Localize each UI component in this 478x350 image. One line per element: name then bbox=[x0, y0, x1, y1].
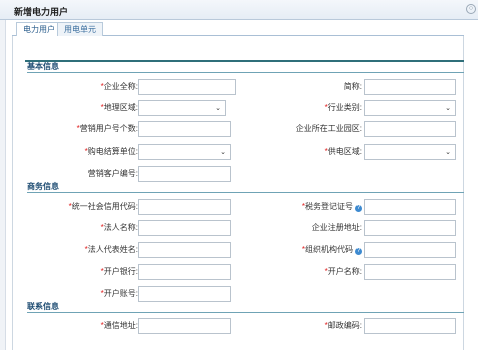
label-text: 法人名称: bbox=[103, 223, 138, 232]
legal-rep-input[interactable] bbox=[138, 242, 231, 258]
label-short-name: 简称: bbox=[232, 79, 362, 95]
chevron-down-icon: ⌄ bbox=[445, 149, 451, 156]
chevron-down-icon: ⌄ bbox=[220, 149, 226, 156]
label-text: 开户银行: bbox=[103, 267, 138, 276]
label-text: 法人代表姓名: bbox=[87, 245, 138, 254]
account-name-input[interactable] bbox=[364, 264, 456, 280]
label-account-name: *开户名称: bbox=[232, 264, 362, 280]
label-text: 邮政编码: bbox=[327, 321, 362, 330]
tab-power-user[interactable]: 电力用户 bbox=[16, 22, 62, 37]
reg-address-input[interactable] bbox=[364, 220, 456, 236]
label-legal-rep: *法人代表姓名: bbox=[8, 242, 138, 258]
customer-no-input[interactable] bbox=[138, 166, 231, 182]
label-text: 营销用户号个数: bbox=[79, 124, 138, 133]
label-org-code: *组织机构代码? bbox=[232, 242, 362, 258]
label-company-name: *企业全称: bbox=[8, 79, 138, 95]
label-tax-cert: *税务登记证号? bbox=[232, 199, 362, 215]
window-titlebar: 新增电力用户 ○ bbox=[0, 0, 478, 20]
label-text: 企业所在工业园区: bbox=[295, 124, 362, 133]
label-industry: *行业类别: bbox=[232, 100, 362, 116]
label-text: 开户名称: bbox=[327, 267, 362, 276]
tab-bar: 电力用户 用电单元 bbox=[12, 22, 464, 37]
region-select[interactable]: ⌄ bbox=[138, 100, 226, 116]
close-circle-icon[interactable]: ○ bbox=[466, 4, 476, 14]
short-name-input[interactable] bbox=[364, 79, 456, 95]
help-circle-icon[interactable]: ? bbox=[355, 248, 362, 255]
label-postcode: *邮政编码: bbox=[232, 318, 362, 334]
help-circle-icon[interactable]: ? bbox=[355, 205, 362, 212]
chevron-down-icon: ⌄ bbox=[215, 105, 221, 112]
label-text: 组织机构代码 bbox=[305, 245, 353, 254]
label-text: 简称: bbox=[343, 82, 362, 91]
company-name-input[interactable] bbox=[138, 79, 236, 95]
tab-power-unit[interactable]: 用电单元 bbox=[57, 22, 103, 36]
label-account-count: *营销用户号个数: bbox=[8, 121, 138, 137]
label-text: 营销客户编号: bbox=[87, 169, 138, 178]
section-basic-info: 基本信息 bbox=[27, 62, 464, 73]
account-count-input[interactable] bbox=[138, 121, 231, 137]
label-supply-area: *供电区域: bbox=[232, 144, 362, 160]
legal-name-input[interactable] bbox=[138, 220, 231, 236]
left-strip bbox=[0, 20, 6, 350]
credit-code-input[interactable] bbox=[138, 199, 231, 215]
label-customer-no: 营销客户编号: bbox=[8, 166, 138, 182]
settlement-unit-select[interactable]: ⌄ bbox=[138, 144, 231, 160]
window-title: 新增电力用户 bbox=[14, 7, 69, 17]
label-text: 地理区域: bbox=[103, 103, 138, 112]
park-input[interactable] bbox=[364, 121, 456, 137]
label-text: 企业注册地址: bbox=[311, 223, 362, 232]
label-text: 供电区域: bbox=[327, 147, 362, 156]
label-reg-address: 企业注册地址: bbox=[232, 220, 362, 236]
account-no-input[interactable] bbox=[138, 286, 231, 302]
label-bank: *开户银行: bbox=[8, 264, 138, 280]
address-input[interactable] bbox=[138, 318, 231, 334]
label-settlement-unit: *购电结算单位: bbox=[8, 144, 138, 160]
label-legal-name: *法人名称: bbox=[8, 220, 138, 236]
tax-cert-input[interactable] bbox=[364, 199, 456, 215]
label-credit-code: *统一社会信用代码: bbox=[8, 199, 138, 215]
bank-input[interactable] bbox=[138, 264, 231, 280]
label-text: 通信地址: bbox=[103, 321, 138, 330]
industry-select[interactable]: ⌄ bbox=[364, 100, 456, 116]
label-park: 企业所在工业园区: bbox=[232, 121, 362, 137]
postcode-input[interactable] bbox=[364, 318, 456, 334]
label-region: *地理区域: bbox=[8, 100, 138, 116]
label-address: *通信地址: bbox=[8, 318, 138, 334]
org-code-input[interactable] bbox=[364, 242, 456, 258]
section-business-info: 商务信息 bbox=[27, 182, 464, 193]
chevron-down-icon: ⌄ bbox=[445, 105, 451, 112]
label-text: 购电结算单位: bbox=[87, 147, 138, 156]
label-text: 开户账号: bbox=[103, 289, 138, 298]
supply-area-select[interactable]: ⌄ bbox=[364, 144, 456, 160]
section-contact-info: 联系信息 bbox=[27, 302, 464, 313]
label-account-no: *开户账号: bbox=[8, 286, 138, 302]
label-text: 行业类别: bbox=[327, 103, 362, 112]
label-text: 统一社会信用代码: bbox=[71, 202, 138, 211]
label-text: 税务登记证号 bbox=[305, 202, 353, 211]
label-text: 企业全称: bbox=[103, 82, 138, 91]
